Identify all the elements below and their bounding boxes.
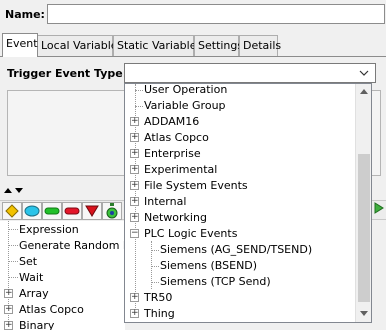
splitter-arrows[interactable] [3,186,33,196]
ellipse-icon[interactable] [22,202,42,220]
stopwatch-icon[interactable] [102,202,122,220]
dropdown-item-label: Thing [144,307,175,320]
expand-plus-icon[interactable]: + [130,197,139,206]
expand-plus-icon[interactable]: + [130,149,139,158]
red-rounded-rect-icon[interactable] [62,202,82,220]
green-rounded-rect-icon[interactable] [42,202,62,220]
expand-plus-icon[interactable]: + [130,213,139,222]
dropdown-item-user-operation[interactable]: User Operation [125,83,356,98]
dropdown-item-label: ADDAM16 [144,115,200,128]
dropdown-item-variable-group[interactable]: Variable Group [125,98,356,114]
dropdown-item-label: Networking [144,211,207,224]
dropdown-item-label: Siemens (BSEND) [160,259,258,272]
dropdown-item-siemens-bsend[interactable]: Siemens (BSEND) [125,258,356,274]
dropdown-item-plc-logic-events[interactable]: − PLC Logic Events [125,226,356,242]
dropdown-item-siemens-ag-send-tsend[interactable]: Siemens (AG_SEND/TSEND) [125,242,356,258]
right-panel-edge [370,221,386,330]
red-triangle-icon[interactable] [82,202,102,220]
trigger-event-type-dropdown-list: User Operation Variable Group + ADDAM16 + Atl… [124,83,372,323]
tab-static-variables[interactable]: Static Variables [113,35,202,56]
scroll-up-icon[interactable] [356,84,371,100]
dropdown-item-label: TR50 [144,291,173,304]
dropdown-item-addam16[interactable]: + ADDAM16 [125,114,356,130]
name-input[interactable] [47,4,385,24]
dropdown-item-tr50[interactable]: + TR50 [125,290,356,306]
tab-details[interactable]: Details [239,35,281,56]
green-arrow-icon[interactable] [374,202,384,218]
name-row: Name: [0,0,386,30]
expand-plus-icon[interactable]: + [130,293,139,302]
dropdown-scrollbar[interactable] [355,84,371,322]
expand-plus-icon[interactable]: + [130,181,139,190]
trigger-event-type-select[interactable] [124,63,376,83]
name-label: Name: [5,8,45,21]
dropdown-item-file-system-events[interactable]: + File System Events [125,178,356,194]
dropdown-item-label: Internal [144,195,187,208]
scrollbar-thumb[interactable] [358,154,370,302]
tab-settings[interactable]: Settings [194,35,243,56]
dropdown-item-label: Variable Group [144,99,226,112]
expand-plus-icon[interactable]: + [130,133,139,142]
expand-plus-icon[interactable]: + [4,289,13,298]
dropdown-item-label: PLC Logic Events [144,227,238,240]
dropdown-item-enterprise[interactable]: + Enterprise [125,146,356,162]
dropdown-item-label: Atlas Copco [144,131,209,144]
trigger-event-type-label: Trigger Event Type: [7,67,128,80]
palette-tree: Expression Generate Random Nu Set Wait +… [0,221,125,330]
tab-bar: Event Local Variables Static Variables S… [0,33,386,57]
dropdown-item-networking[interactable]: + Networking [125,210,356,226]
dropdown-item-label: Experimental [144,163,218,176]
dropdown-item-label: Enterprise [144,147,201,160]
scroll-down-icon[interactable] [356,306,371,322]
expand-plus-icon[interactable]: + [4,305,13,314]
dropdown-item-internal[interactable]: + Internal [125,194,356,210]
dropdown-item-label: User Operation [144,83,228,96]
expand-plus-icon[interactable]: + [130,117,139,126]
expand-plus-icon[interactable]: + [130,165,139,174]
expand-plus-icon[interactable]: + [4,321,13,330]
dropdown-item-thing[interactable]: + Thing [125,306,356,322]
diamond-icon[interactable] [2,202,22,220]
dropdown-item-experimental[interactable]: + Experimental [125,162,356,178]
tab-local-variables[interactable]: Local Variables [37,35,123,56]
dropdown-item-label: Siemens (TCP Send) [160,275,271,288]
dropdown-item-label: File System Events [144,179,248,192]
tab-event[interactable]: Event [2,33,38,57]
expand-plus-icon[interactable]: + [130,309,139,318]
chevron-down-icon[interactable] [357,65,371,81]
dropdown-item-atlas-copco[interactable]: + Atlas Copco [125,130,356,146]
collapse-minus-icon[interactable]: − [130,229,139,238]
dropdown-item-label: Siemens (AG_SEND/TSEND) [160,243,313,256]
dropdown-item-siemens-tcp-send[interactable]: Siemens (TCP Send) [125,274,356,290]
splitter-arrows-icon [4,188,23,193]
